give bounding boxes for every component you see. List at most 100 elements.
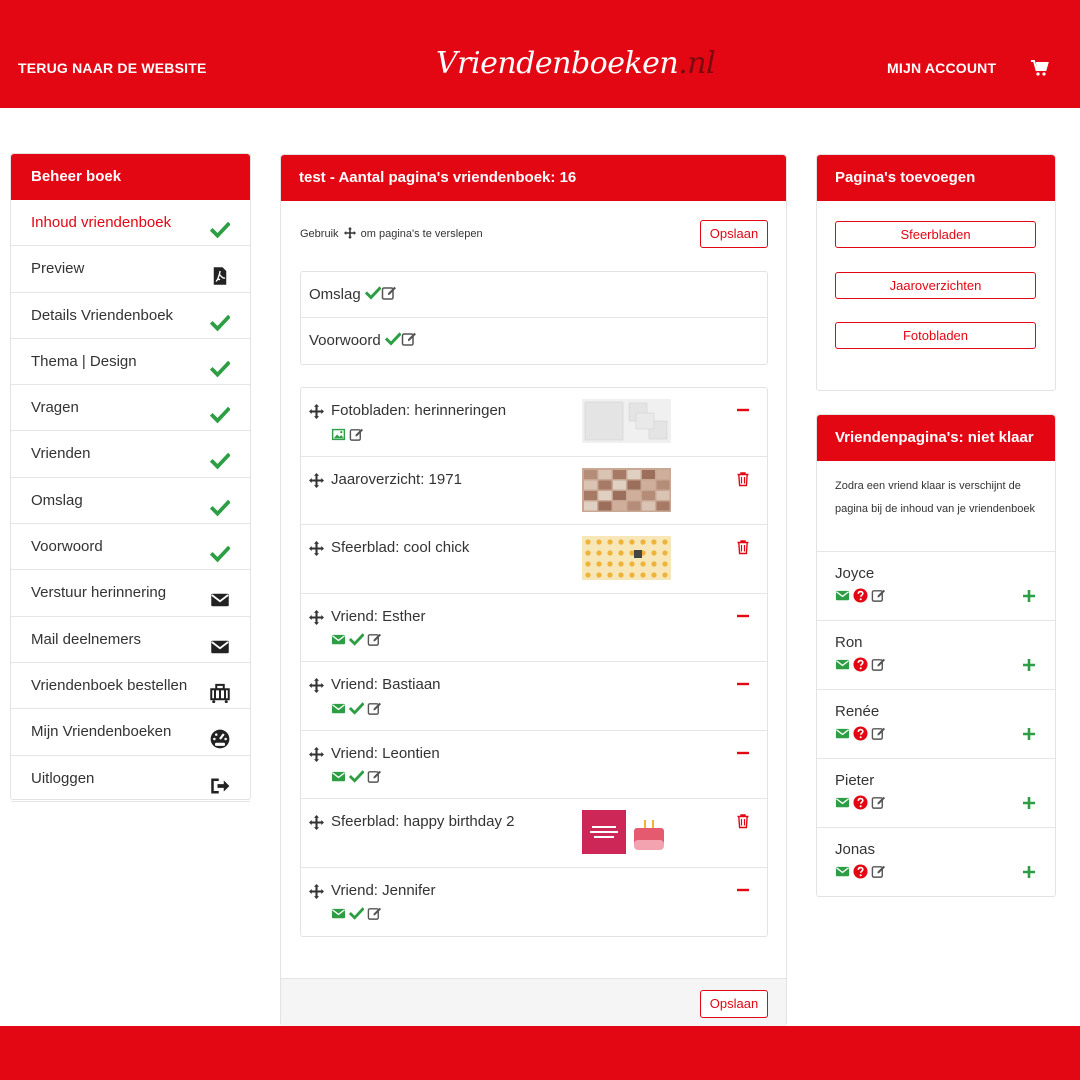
remove-page-button[interactable] [735,676,751,692]
edit-friend[interactable] [871,727,886,745]
move-icon [309,609,324,625]
pending-friends-title: Vriendenpagina's: niet klaar [817,415,1055,461]
sidebar-item-mail-deelnemers[interactable]: Mail deelnemers [11,617,250,663]
drag-handle[interactable] [309,541,324,560]
trash-icon [737,540,749,555]
pdf-icon [213,267,227,286]
move-icon [309,815,324,830]
cart-icon[interactable] [1031,60,1049,76]
add-friend-page-button[interactable] [1021,588,1037,604]
minus-icon [737,751,749,754]
question-icon [853,726,868,741]
drag-handle[interactable] [309,746,324,766]
edit-friend[interactable] [871,796,886,814]
page-row[interactable]: Jaaroverzicht: 1971 [301,457,767,525]
question-icon [853,657,868,672]
page-row[interactable]: Fotobladen: herinneringen [301,388,767,457]
save-button-bottom[interactable]: Opslaan [700,990,768,1018]
envelope-icon [211,640,229,653]
check-icon [209,499,231,517]
sidebar-item-vriendenboek-bestellen[interactable]: Vriendenboek bestellen [11,663,250,710]
check-icon [348,633,365,646]
add-sfeerbladen-button[interactable]: Sfeerbladen [835,221,1036,248]
sidebar-item-icon [209,213,231,239]
sidebar-item-icon [210,630,230,653]
drag-handle[interactable] [309,472,324,492]
plus-icon [1023,590,1035,602]
edit-friend[interactable] [871,589,886,607]
book-content-title: test - Aantal pagina's vriendenboek: 16 [281,155,786,201]
sidebar-item-voorwoord[interactable]: Voorwoord [11,524,250,571]
page-status-icons [331,699,385,716]
sidebar-item-label: Mail deelnemers [31,630,142,648]
add-jaaroverzichten-button[interactable]: Jaaroverzichten [835,272,1036,299]
sidebar-item-icon [210,583,230,607]
pending-friends-list: Joyce Ron Renée Pieter Jonas [817,552,1055,897]
page-row[interactable]: Sfeerblad: happy birthday 2 [301,799,767,868]
page-row[interactable]: Sfeerblad: cool chick [301,525,767,594]
remove-page-button[interactable] [735,608,751,624]
delete-page-button[interactable] [735,813,751,829]
sidebar-item-vragen[interactable]: Vragen [11,385,250,432]
fixed-page-row: Omslag [301,272,767,318]
add-fotobladen-button[interactable]: Fotobladen [835,322,1036,349]
plus-icon [1023,728,1035,740]
sidebar-item-thema-design[interactable]: Thema | Design [11,339,250,386]
edit-icon [871,589,886,602]
add-pages-title: Pagina's toevoegen [817,155,1055,201]
remove-page-button[interactable] [735,402,751,418]
page-row[interactable]: Vriend: Leontien [301,731,767,799]
sidebar-item-details-vriendenboek[interactable]: Details Vriendenboek [11,293,250,339]
edit-icon [349,428,364,441]
check-icon [209,360,231,378]
friend-name: Pieter [835,772,875,789]
sidebar-item-verstuur-herinnering[interactable]: Verstuur herinnering [11,570,250,617]
delete-page-button[interactable] [735,471,751,487]
move-icon [309,541,324,556]
add-friend-page-button[interactable] [1021,726,1037,742]
edit-icon [871,796,886,809]
page-title: Vriend: Leontien [331,744,440,762]
sidebar-item-uitloggen[interactable]: Uitloggen [11,756,250,802]
move-icon [309,883,324,899]
site-logo[interactable]: Vriendenboeken.nl [436,46,716,81]
drag-handle[interactable] [309,883,324,903]
edit-friend[interactable] [871,658,886,676]
envelope-icon [331,703,346,713]
drag-handle[interactable] [309,404,324,423]
delete-page-button[interactable] [735,539,751,555]
drag-handle[interactable] [309,815,324,834]
manage-book-title: Beheer boek [11,154,250,200]
save-button-top[interactable]: Opslaan [700,220,768,248]
add-friend-page-button[interactable] [1021,864,1037,880]
page-status-icons [331,631,385,648]
add-friend-page-button[interactable] [1021,657,1037,673]
plus-icon [1023,866,1035,878]
sidebar-item-mijn-vriendenboeken[interactable]: Mijn Vriendenboeken [11,709,250,756]
pending-friend-row: Joyce [817,552,1055,621]
page-row[interactable]: Vriend: Esther [301,594,767,662]
fixed-pages-list: Omslag Voorwoord [300,271,768,365]
top-navbar: TERUG NAAR DE WEBSITE Vriendenboeken.nl … [0,0,1080,108]
add-friend-page-button[interactable] [1021,795,1037,811]
sidebar-item-omslag[interactable]: Omslag [11,478,250,525]
sidebar-item-label: Verstuur herinnering [31,584,167,602]
sidebar-item-inhoud-vriendenboek[interactable]: Inhoud vriendenboek [11,200,250,247]
edit-icon [871,727,886,740]
edit-friend[interactable] [871,865,886,883]
remove-page-button[interactable] [735,745,751,761]
pending-friends-info: Zodra een vriend klaar is verschijnt de … [817,461,1055,552]
drag-handle[interactable] [309,678,324,697]
my-account-link[interactable]: MIJN ACCOUNT [887,60,996,76]
fixed-page-label: Voorwoord [309,332,381,349]
drag-handle[interactable] [309,609,324,629]
edit-fixed-page[interactable] [381,286,397,305]
edit-fixed-page[interactable] [401,332,417,351]
sidebar-item-vrienden[interactable]: Vrienden [11,431,250,478]
sidebar-item-preview[interactable]: Preview [11,246,250,293]
envelope-icon [835,590,850,601]
page-row[interactable]: Vriend: Bastiaan [301,662,767,731]
back-to-website-link[interactable]: TERUG NAAR DE WEBSITE [18,60,207,76]
page-row[interactable]: Vriend: Jennifer [301,868,767,937]
remove-page-button[interactable] [735,882,751,898]
